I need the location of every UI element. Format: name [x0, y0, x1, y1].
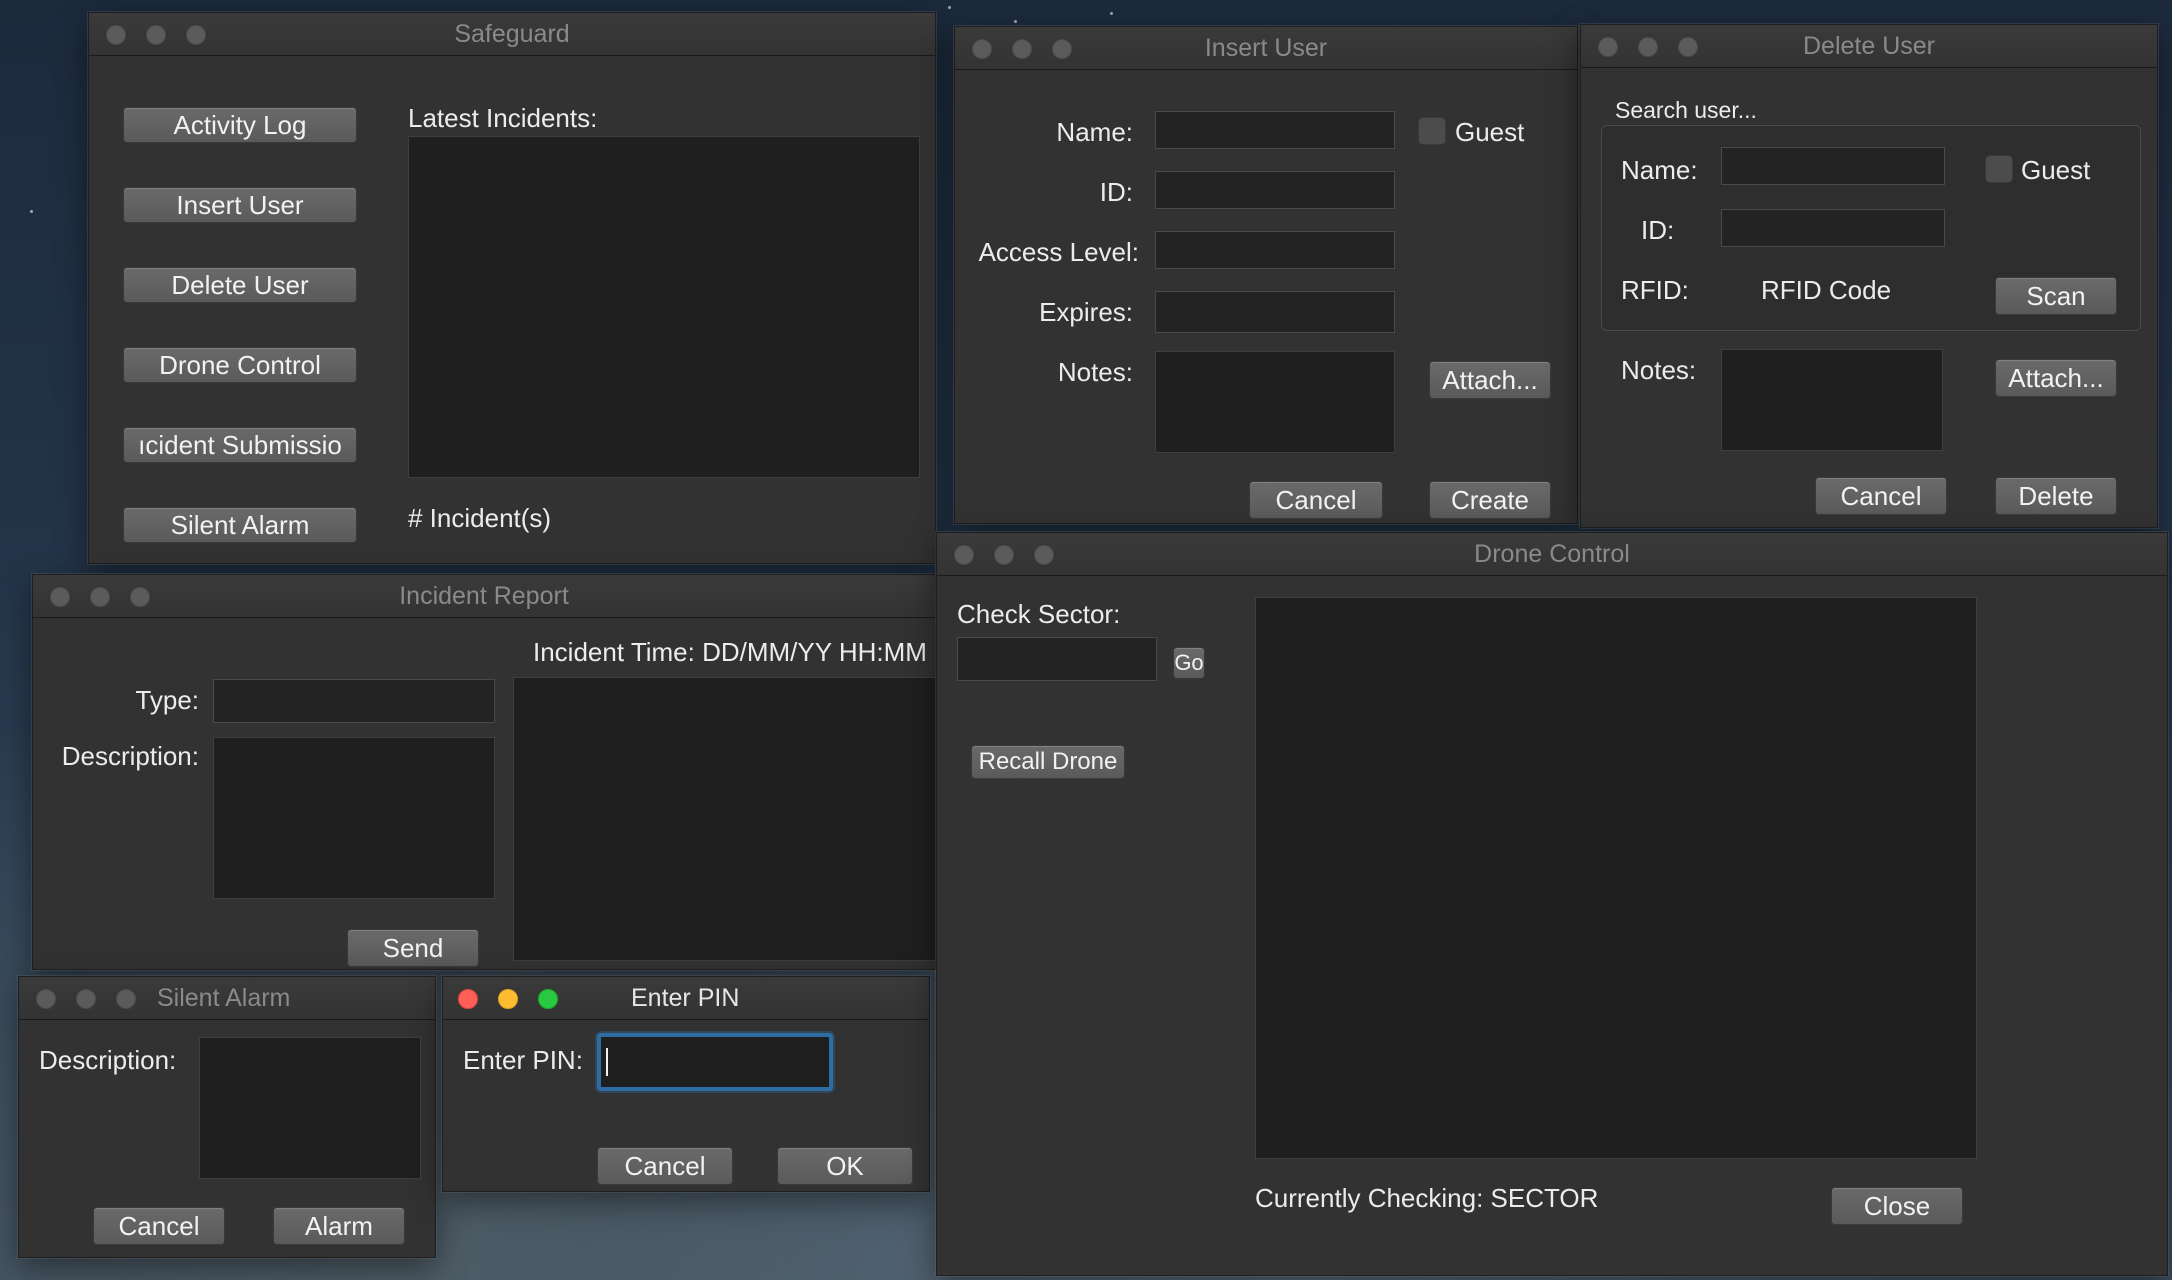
expires-label: Expires:	[1039, 297, 1133, 327]
incident-preview-panel[interactable]	[513, 677, 935, 961]
cancel-button[interactable]: Cancel	[1815, 477, 1947, 515]
text-caret	[606, 1048, 608, 1076]
activity-log-button[interactable]: Activity Log	[123, 107, 357, 143]
access-level-field[interactable]	[1155, 231, 1395, 269]
star	[30, 210, 33, 213]
sector-field[interactable]	[957, 637, 1157, 681]
incident-time-label: Incident Time: DD/MM/YY HH:MM	[533, 637, 927, 667]
titlebar: Incident Report	[33, 575, 935, 618]
id-field[interactable]	[1721, 209, 1945, 247]
access-level-label: Access Level:	[978, 237, 1139, 267]
type-field[interactable]	[213, 679, 495, 723]
delete-user-window: Delete User Search user... Name: Guest I…	[1580, 24, 2158, 528]
attach-button[interactable]: Attach...	[1995, 359, 2117, 397]
close-button[interactable]: Close	[1831, 1187, 1963, 1225]
notes-label: Notes:	[1621, 355, 1697, 385]
titlebar: Silent Alarm	[19, 977, 435, 1020]
silent-alarm-button[interactable]: Silent Alarm	[123, 507, 357, 543]
cancel-button[interactable]: Cancel	[93, 1207, 225, 1245]
create-button[interactable]: Create	[1429, 481, 1551, 519]
window-title: Drone Control	[1474, 540, 1630, 568]
go-button[interactable]: Go	[1173, 647, 1205, 679]
drone-view-panel	[1255, 597, 1977, 1159]
delete-user-button[interactable]: Delete User	[123, 267, 357, 303]
titlebar: Safeguard	[89, 13, 935, 56]
safeguard-window: Safeguard Activity Log Insert User Delet…	[88, 12, 936, 564]
insert-user-button[interactable]: Insert User	[123, 187, 357, 223]
titlebar: Insert User	[955, 27, 1577, 70]
star	[1014, 20, 1017, 23]
enter-pin-window: Enter PIN Enter PIN: Cancel OK	[442, 976, 930, 1192]
recall-drone-button[interactable]: Recall Drone	[971, 745, 1125, 779]
star	[948, 6, 951, 9]
name-field[interactable]	[1155, 111, 1395, 149]
guest-checkbox[interactable]	[1985, 155, 2013, 183]
ok-button[interactable]: OK	[777, 1147, 913, 1185]
description-field[interactable]	[213, 737, 495, 899]
window-title: Delete User	[1803, 32, 1935, 60]
star	[1110, 12, 1113, 15]
scan-button[interactable]: Scan	[1995, 277, 2117, 315]
notes-label: Notes:	[1057, 357, 1133, 387]
window-title: Enter PIN	[631, 984, 740, 1012]
currently-checking-label: Currently Checking: SECTOR	[1255, 1183, 1599, 1213]
drone-control-button[interactable]: Drone Control	[123, 347, 357, 383]
titlebar: Enter PIN	[443, 977, 929, 1020]
attach-button[interactable]: Attach...	[1429, 361, 1551, 399]
pin-input[interactable]	[597, 1033, 833, 1091]
type-label: Type:	[135, 685, 199, 715]
latest-incidents-label: Latest Incidents:	[408, 103, 598, 133]
delete-button[interactable]: Delete	[1995, 477, 2117, 515]
alarm-button[interactable]: Alarm	[273, 1207, 405, 1245]
id-label: ID:	[1641, 215, 1675, 245]
enter-pin-label: Enter PIN:	[463, 1045, 583, 1075]
silent-alarm-window: Silent Alarm Description: Cancel Alarm	[18, 976, 436, 1258]
window-title: Silent Alarm	[157, 984, 291, 1012]
window-title: Incident Report	[399, 582, 569, 610]
description-label: Description:	[61, 741, 199, 771]
cancel-button[interactable]: Cancel	[597, 1147, 733, 1185]
name-label: Name:	[1056, 117, 1133, 147]
incident-report-window: Incident Report Incident Time: DD/MM/YY …	[32, 574, 936, 970]
guest-label: Guest	[1455, 117, 1525, 147]
incident-submission-button[interactable]: ıcident Submissio	[123, 427, 357, 463]
id-label: ID:	[1099, 177, 1133, 207]
rfid-code-value: RFID Code	[1761, 275, 1892, 305]
titlebar: Delete User	[1581, 25, 2157, 68]
rfid-label: RFID:	[1621, 275, 1689, 305]
name-field[interactable]	[1721, 147, 1945, 185]
check-sector-label: Check Sector:	[957, 599, 1121, 629]
notes-field[interactable]	[1155, 351, 1395, 453]
cancel-button[interactable]: Cancel	[1249, 481, 1383, 519]
id-field[interactable]	[1155, 171, 1395, 209]
window-title: Insert User	[1204, 34, 1328, 62]
description-field[interactable]	[199, 1037, 421, 1179]
latest-incidents-list[interactable]	[408, 136, 920, 478]
window-title: Safeguard	[454, 20, 570, 48]
send-button[interactable]: Send	[347, 929, 479, 967]
guest-label: Guest	[2021, 155, 2091, 185]
name-label: Name:	[1621, 155, 1698, 185]
expires-field[interactable]	[1155, 291, 1395, 333]
guest-checkbox[interactable]	[1418, 117, 1446, 145]
description-label: Description:	[39, 1045, 177, 1075]
drone-control-window: Drone Control Check Sector: Go Recall Dr…	[936, 532, 2168, 1276]
insert-user-window: Insert User Name: Guest ID: Access Level…	[954, 26, 1578, 524]
incident-count-label: # Incident(s)	[408, 503, 552, 533]
titlebar: Drone Control	[937, 533, 2167, 576]
search-user-label: Search user...	[1615, 97, 1757, 123]
notes-field[interactable]	[1721, 349, 1943, 451]
